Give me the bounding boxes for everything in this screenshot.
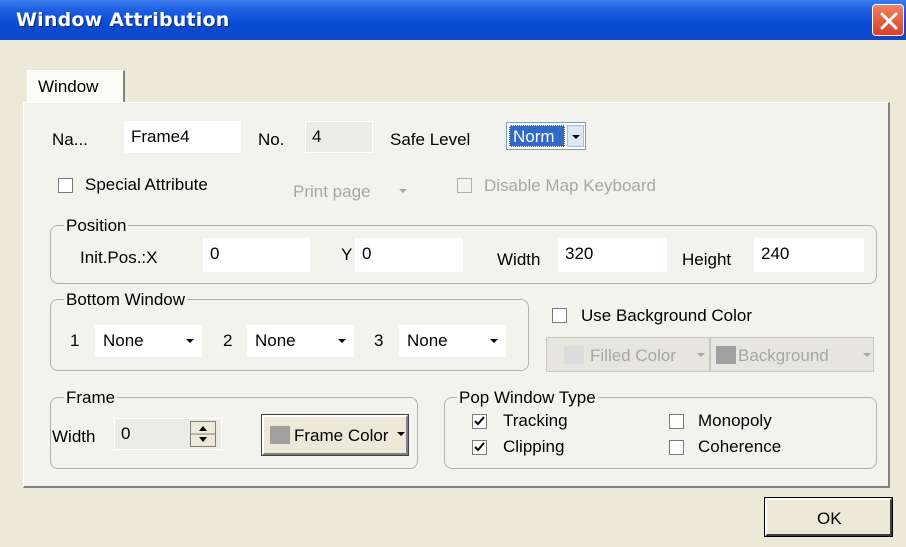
safe-level-select[interactable]: Norm [506, 122, 586, 150]
coherence-checkbox[interactable] [669, 440, 684, 455]
chevron-down-icon [186, 339, 194, 343]
special-attribute-checkbox[interactable] [58, 178, 73, 193]
bottom-window-1-value: None [103, 331, 144, 350]
filled-color-label: Filled Color [590, 346, 676, 365]
print-page-select: Print page [287, 176, 415, 205]
background-color-button: Background [710, 337, 874, 372]
bottom-window-2-label: 2 [223, 331, 233, 350]
checkmark-icon [474, 442, 485, 452]
monopoly-label: Monopoly [698, 411, 772, 430]
position-group [50, 225, 877, 284]
bottom-window-2-select[interactable]: None [247, 325, 354, 357]
position-legend: Position [64, 216, 129, 236]
filled-color-swatch [564, 346, 584, 364]
chevron-down-icon [863, 353, 871, 357]
frame-legend: Frame [64, 388, 118, 408]
close-button[interactable] [872, 4, 904, 36]
frame-width-label: Width [52, 427, 96, 446]
filled-color-button: Filled Color [546, 337, 710, 372]
spin-arrows-icon [191, 426, 215, 442]
y-label: Y [341, 245, 353, 264]
width-label: Width [497, 250, 541, 269]
bottom-window-legend: Bottom Window [64, 290, 188, 310]
safe-level-dropdown-button[interactable] [567, 125, 584, 147]
chevron-down-icon [697, 353, 705, 357]
height-label: Height [682, 250, 732, 269]
safe-level-label: Safe Level [390, 130, 471, 149]
frame-width-stepper[interactable] [190, 421, 216, 447]
chevron-down-icon [397, 432, 405, 436]
close-icon [880, 12, 898, 30]
disable-map-keyboard-checkbox [457, 178, 472, 193]
coherence-label: Coherence [698, 437, 782, 456]
name-field[interactable]: Frame4 [124, 121, 241, 153]
bottom-window-2-value: None [255, 331, 296, 350]
frame-color-swatch [270, 426, 290, 444]
frame-width-value: 0 [121, 424, 131, 443]
use-background-color-checkbox[interactable] [552, 308, 567, 323]
no-field: 4 [305, 121, 373, 153]
height-field[interactable]: 240 [754, 238, 864, 272]
tracking-checkbox[interactable] [472, 414, 487, 429]
background-color-swatch [716, 346, 736, 364]
clipping-checkbox[interactable] [472, 440, 487, 455]
print-page-label: Print page [293, 182, 371, 201]
width-field[interactable]: 320 [558, 238, 667, 272]
chevron-down-icon [490, 339, 498, 343]
tab-window[interactable]: Window [27, 70, 125, 102]
ok-label: OK [817, 509, 842, 528]
init-pos-x-label: Init.Pos.:X [80, 248, 158, 267]
clipping-label: Clipping [503, 437, 565, 456]
chevron-down-icon [572, 135, 580, 139]
chevron-down-icon [399, 189, 407, 193]
ok-button[interactable]: OK [764, 497, 893, 537]
frame-color-label: Frame Color [294, 426, 389, 445]
bottom-window-3-select[interactable]: None [399, 325, 506, 357]
frame-color-button[interactable]: Frame Color [261, 414, 409, 456]
special-attribute-label: Special Attribute [85, 175, 208, 194]
y-field[interactable]: 0 [355, 238, 463, 272]
use-background-color-label: Use Background Color [581, 306, 753, 325]
window-title: Window Attribution [16, 9, 230, 31]
tracking-label: Tracking [503, 411, 568, 430]
tab-window-label: Window [38, 77, 99, 96]
chevron-down-icon [338, 339, 346, 343]
pop-window-type-legend: Pop Window Type [457, 388, 598, 408]
disable-map-keyboard-label: Disable Map Keyboard [484, 176, 656, 195]
bottom-window-3-value: None [407, 331, 448, 350]
background-label: Background [738, 346, 829, 365]
safe-level-selection: Norm [509, 125, 565, 147]
checkmark-icon [474, 416, 485, 426]
bottom-window-1-label: 1 [70, 331, 80, 350]
no-label: No. [258, 130, 285, 149]
title-bar: Window Attribution [0, 0, 906, 40]
init-pos-x-field[interactable]: 0 [203, 238, 310, 272]
monopoly-checkbox[interactable] [669, 414, 684, 429]
name-label: Na... [52, 130, 88, 149]
safe-level-value: Norm [513, 127, 555, 146]
bottom-window-1-select[interactable]: None [95, 325, 202, 357]
bottom-window-3-label: 3 [374, 331, 384, 350]
